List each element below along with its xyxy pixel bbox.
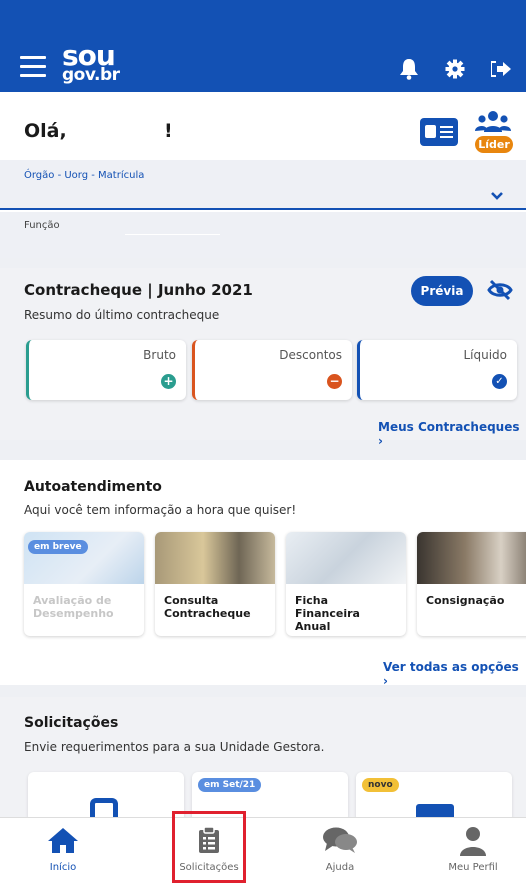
coming-soon-badge: em breve bbox=[28, 540, 88, 554]
minus-circle-icon: − bbox=[327, 374, 342, 389]
chevron-right-icon: › bbox=[383, 674, 388, 688]
gross-card[interactable]: Bruto + bbox=[26, 340, 186, 400]
eye-off-icon[interactable] bbox=[487, 279, 513, 305]
logout-icon[interactable] bbox=[490, 58, 512, 80]
nav-home[interactable]: Início bbox=[18, 818, 108, 883]
funcao-field: Função bbox=[0, 212, 526, 258]
self-service-title: Autoatendimento bbox=[24, 479, 162, 495]
requests-title: Solicitações bbox=[24, 715, 119, 731]
preview-button[interactable]: Prévia bbox=[411, 276, 473, 306]
bell-icon[interactable] bbox=[398, 58, 420, 80]
selection-highlight bbox=[172, 811, 246, 883]
app-logo: sou gov.br bbox=[62, 39, 120, 85]
tile-ficha-financeira[interactable]: Ficha Financeira Anual bbox=[286, 532, 406, 636]
nav-help[interactable]: Ajuda bbox=[295, 818, 385, 883]
date-badge: em Set/21 bbox=[198, 778, 262, 792]
self-service-subtitle: Aqui você tem informação a hora que quis… bbox=[24, 503, 297, 517]
top-bar: sou gov.br bbox=[0, 0, 526, 92]
chat-icon bbox=[322, 826, 358, 858]
tile-consignacao-label: Consignação bbox=[426, 594, 505, 607]
contracheque-title: Contracheque | Junho 2021 bbox=[24, 281, 253, 299]
leader-badge: Líder bbox=[475, 136, 513, 153]
tile-consulta-contracheque[interactable]: Consulta Contracheque bbox=[155, 532, 275, 636]
chevron-down-icon[interactable] bbox=[490, 186, 504, 205]
charts-image bbox=[286, 532, 406, 584]
team-icon[interactable] bbox=[475, 110, 511, 136]
tile-avaliacao: em breve Avaliação de Desempenho bbox=[24, 532, 144, 636]
requests-subtitle: Envie requerimentos para a sua Unidade G… bbox=[24, 740, 325, 754]
tile-consignacao[interactable]: Consignação bbox=[417, 532, 526, 636]
orgao-select[interactable]: Órgão - Uorg - Matrícula bbox=[0, 160, 526, 210]
funcao-label: Função bbox=[24, 220, 60, 231]
discounts-card[interactable]: Descontos − bbox=[192, 340, 352, 400]
net-card[interactable]: Líquido ✓ bbox=[357, 340, 517, 400]
nav-home-label: Início bbox=[49, 862, 77, 873]
tile-ficha-label: Ficha Financeira Anual bbox=[295, 594, 360, 633]
gear-icon[interactable] bbox=[444, 58, 466, 80]
net-label: Líquido bbox=[463, 348, 507, 362]
new-badge: novo bbox=[362, 778, 399, 792]
my-paychecks-link[interactable]: Meus Contracheques › bbox=[378, 420, 526, 448]
tile-consulta-label: Consulta Contracheque bbox=[164, 594, 251, 620]
nav-profile[interactable]: Meu Perfil bbox=[428, 818, 518, 883]
gross-label: Bruto bbox=[143, 348, 176, 362]
coins-image bbox=[155, 532, 275, 584]
discounts-label: Descontos bbox=[279, 348, 342, 362]
request-card[interactable]: novo bbox=[356, 772, 512, 822]
plus-circle-icon: + bbox=[161, 374, 176, 389]
greeting-text: Olá, bbox=[24, 120, 67, 142]
home-icon bbox=[47, 826, 79, 858]
contracheque-subtitle: Resumo do último contracheque bbox=[24, 308, 220, 322]
nav-profile-label: Meu Perfil bbox=[448, 862, 498, 873]
orgao-label: Órgão - Uorg - Matrícula bbox=[24, 170, 145, 181]
see-all-options-link[interactable]: Ver todas as opções › bbox=[383, 660, 526, 688]
nav-help-label: Ajuda bbox=[325, 862, 355, 873]
id-card-icon[interactable] bbox=[420, 118, 458, 146]
check-circle-icon: ✓ bbox=[492, 374, 507, 389]
tile-avaliacao-label: Avaliação de Desempenho bbox=[33, 594, 114, 620]
handshake-image bbox=[417, 532, 526, 584]
request-card[interactable] bbox=[28, 772, 184, 822]
bottom-navigation: Início Solicitações Ajuda Meu Perfil bbox=[0, 817, 526, 883]
chevron-right-icon: › bbox=[378, 434, 383, 448]
greeting-suffix: ! bbox=[164, 120, 173, 142]
menu-icon[interactable] bbox=[20, 56, 46, 83]
user-icon bbox=[458, 826, 488, 860]
